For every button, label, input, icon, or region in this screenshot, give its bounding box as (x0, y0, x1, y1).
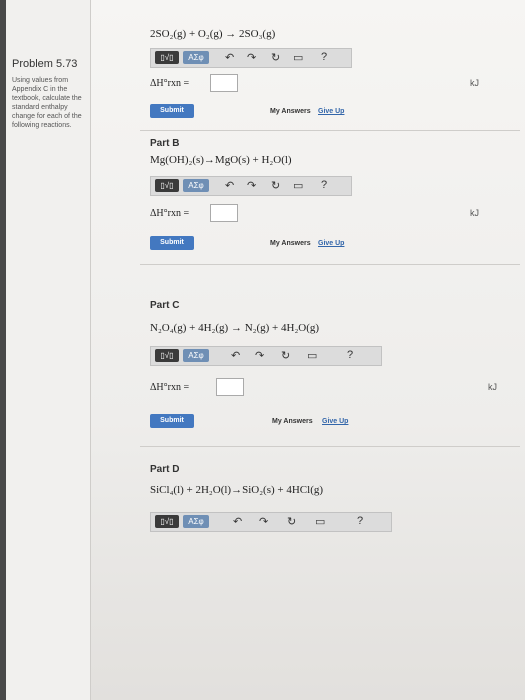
divider (140, 130, 520, 131)
part-c-equation: N₂O₄(g) + 4H₂(g) → N₂(g) + 4H₂O(g) (150, 322, 320, 334)
part-c-delta-h-label: ΔH°rxn = (150, 382, 190, 393)
reset-icon[interactable]: ↻ (281, 349, 290, 362)
undo-icon[interactable]: ↶ (225, 179, 234, 192)
part-a-answer-input[interactable] (210, 74, 238, 92)
undo-icon[interactable]: ↶ (233, 515, 242, 528)
help-icon[interactable]: ? (321, 179, 327, 191)
redo-icon[interactable]: ↷ (247, 51, 256, 64)
part-b-answer-input[interactable] (210, 204, 238, 222)
part-b-label: Part B (150, 138, 180, 149)
part-a-toolbar: ▯√▯ ΑΣφ ↶ ↷ ↻ ▭ ? (150, 48, 352, 68)
part-b-delta-h-label: ΔH°rxn = (150, 208, 190, 219)
part-c-answer-input[interactable] (216, 378, 244, 396)
page: Problem 5.73 Using values from Appendix … (0, 0, 525, 700)
divider (140, 264, 520, 265)
help-icon[interactable]: ? (357, 515, 363, 527)
part-c-submit-button[interactable]: Submit (150, 414, 194, 428)
fraction-template-button[interactable]: ▯√▯ (155, 515, 179, 528)
part-b-equation: Mg(OH)₂(s)→MgO(s) + H₂O(l) (150, 154, 292, 166)
part-b-units-icon[interactable]: kJ (470, 208, 479, 218)
problem-title: Problem 5.73 (12, 58, 78, 70)
divider (140, 446, 520, 447)
greek-symbols-button[interactable]: ΑΣφ (183, 515, 209, 528)
redo-icon[interactable]: ↷ (259, 515, 268, 528)
part-c-label: Part C (150, 300, 180, 311)
part-b-toolbar: ▯√▯ ΑΣφ ↶ ↷ ↻ ▭ ? (150, 176, 352, 196)
greek-symbols-button[interactable]: ΑΣφ (183, 349, 209, 362)
undo-icon[interactable]: ↶ (225, 51, 234, 64)
part-a-equation: 2SO₂(g) + O₂(g) → 2SO₃(g) (150, 28, 276, 40)
greek-symbols-button[interactable]: ΑΣφ (183, 179, 209, 192)
keyboard-icon[interactable]: ▭ (307, 349, 317, 362)
problem-sidebar: Problem 5.73 Using values from Appendix … (0, 0, 91, 700)
redo-icon[interactable]: ↷ (247, 179, 256, 192)
fraction-template-button[interactable]: ▯√▯ (155, 51, 179, 64)
part-a-units-icon[interactable]: kJ (470, 78, 479, 88)
greek-symbols-button[interactable]: ΑΣφ (183, 51, 209, 64)
problem-description: Using values from Appendix C in the text… (12, 77, 82, 129)
part-a-my-answers-link[interactable]: My Answers (270, 108, 311, 115)
part-b-submit-button[interactable]: Submit (150, 236, 194, 250)
undo-icon[interactable]: ↶ (231, 349, 240, 362)
help-icon[interactable]: ? (321, 51, 327, 63)
reset-icon[interactable]: ↻ (271, 179, 280, 192)
part-c-give-up-link[interactable]: Give Up (322, 418, 348, 425)
part-d-equation: SiCl₄(l) + 2H₂O(l)→SiO₂(s) + 4HCl(g) (150, 484, 324, 496)
reset-icon[interactable]: ↻ (287, 515, 296, 528)
part-a-submit-button[interactable]: Submit (150, 104, 194, 118)
keyboard-icon[interactable]: ▭ (293, 179, 303, 192)
part-b-my-answers-link[interactable]: My Answers (270, 240, 311, 247)
part-d-label: Part D (150, 464, 180, 475)
keyboard-icon[interactable]: ▭ (293, 51, 303, 64)
fraction-template-button[interactable]: ▯√▯ (155, 179, 179, 192)
help-icon[interactable]: ? (347, 349, 353, 361)
part-d-toolbar: ▯√▯ ΑΣφ ↶ ↷ ↻ ▭ ? (150, 512, 392, 532)
part-a-delta-h-label: ΔH°rxn = (150, 78, 190, 89)
part-b-give-up-link[interactable]: Give Up (318, 240, 344, 247)
keyboard-icon[interactable]: ▭ (315, 515, 325, 528)
screen-edge (0, 0, 6, 700)
part-c-units-icon[interactable]: kJ (488, 382, 497, 392)
part-a-give-up-link[interactable]: Give Up (318, 108, 344, 115)
redo-icon[interactable]: ↷ (255, 349, 264, 362)
part-c-toolbar: ▯√▯ ΑΣφ ↶ ↷ ↻ ▭ ? (150, 346, 382, 366)
part-c-my-answers-link[interactable]: My Answers (272, 418, 313, 425)
reset-icon[interactable]: ↻ (271, 51, 280, 64)
fraction-template-button[interactable]: ▯√▯ (155, 349, 179, 362)
